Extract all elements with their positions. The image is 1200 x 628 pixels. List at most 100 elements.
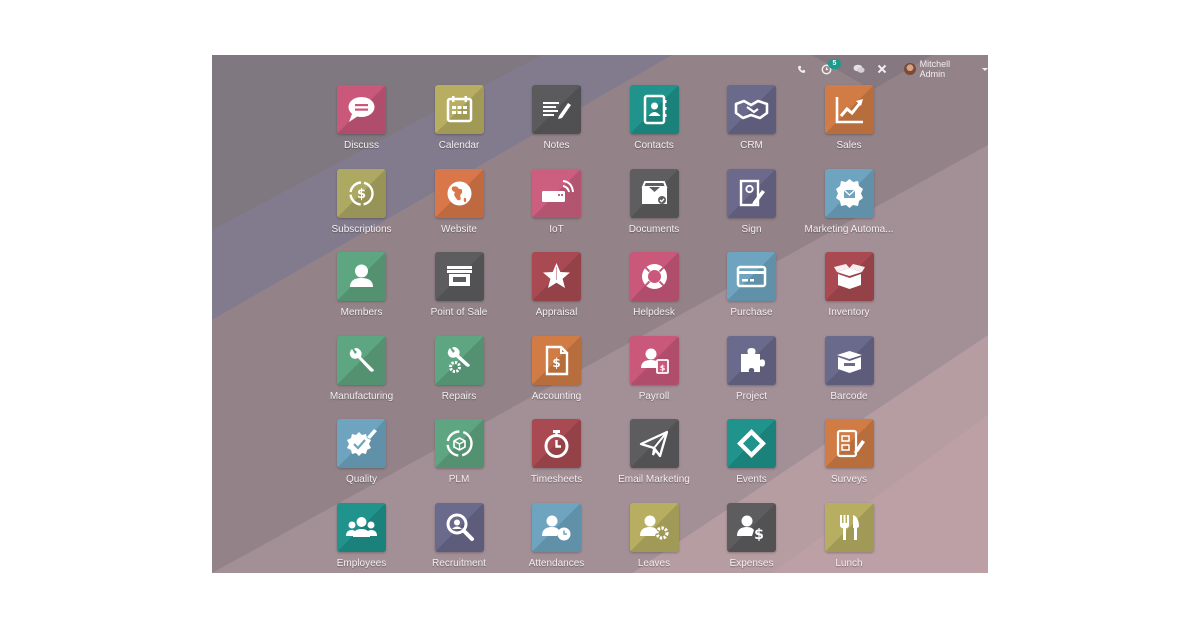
chart-up-icon (835, 97, 863, 124)
app-tile (727, 168, 776, 218)
app-tile (629, 419, 679, 468)
app-tile (824, 335, 874, 385)
box-open-icon (833, 264, 865, 289)
app-point-of-sale[interactable]: Point of Sale (411, 252, 508, 336)
app-surveys[interactable]: Surveys (801, 419, 898, 503)
app-label: Project (735, 390, 768, 402)
user-icon (350, 264, 373, 287)
svg-text:$: $ (659, 363, 665, 372)
app-expenses[interactable]: $ Expenses (703, 502, 800, 574)
app-label: Marketing Automa... (804, 223, 894, 235)
user-clock-icon (542, 515, 571, 540)
app-label: CRM (740, 140, 763, 151)
app-tile (824, 85, 874, 134)
app-manufacturing[interactable]: Manufacturing (313, 335, 410, 420)
app-email-marketing[interactable]: Email Marketing (606, 419, 703, 503)
app-tile (337, 85, 386, 134)
app-label: Quality (345, 474, 378, 485)
iot-device-icon (542, 179, 574, 202)
app-label: Website (441, 223, 477, 235)
activity-badge: 5 (828, 59, 841, 69)
app-calendar[interactable]: Calendar (411, 85, 508, 169)
chat-bubble-icon (348, 97, 375, 122)
app-website[interactable]: Website (411, 168, 508, 253)
app-tile (532, 85, 581, 134)
app-helpdesk[interactable]: Helpdesk (606, 252, 703, 336)
handshake-icon (734, 99, 769, 120)
app-accounting[interactable]: $ Accounting (508, 335, 605, 420)
user-menu[interactable]: Mitchell Admin (904, 59, 988, 79)
app-label: Barcode (830, 390, 868, 402)
app-tile (629, 252, 679, 301)
app-marketing-automa[interactable]: Marketing Automa... (801, 168, 898, 253)
app-leaves[interactable]: Leaves (606, 502, 703, 574)
phone-icon (797, 65, 805, 73)
wrench-gear-icon (447, 346, 470, 373)
app-notes[interactable]: Notes (508, 85, 605, 169)
app-tile (337, 419, 386, 468)
app-barcode[interactable]: Barcode (801, 335, 898, 420)
cycle-box-icon (445, 430, 473, 457)
app-sales[interactable]: Sales (801, 85, 898, 169)
app-sign[interactable]: Sign (703, 168, 800, 253)
user-name: Mitchell Admin (919, 59, 951, 79)
app-label: IoT (549, 223, 564, 235)
app-events[interactable]: Events (703, 419, 800, 503)
box-barcode-icon (836, 350, 862, 373)
app-attendances[interactable]: Attendances (508, 502, 605, 574)
svg-text:$: $ (357, 187, 366, 202)
app-tile (434, 419, 484, 468)
app-members[interactable]: Members (313, 252, 410, 336)
wrench-icon (349, 347, 374, 372)
phone-button[interactable] (795, 61, 807, 77)
user-dollar-icon: $ (640, 348, 669, 374)
globe-icon (447, 181, 471, 205)
app-label: Contacts (634, 140, 674, 151)
app-appraisal[interactable]: Appraisal (508, 252, 605, 336)
fork-knife-icon (839, 514, 859, 540)
app-tile: $ (337, 168, 386, 218)
app-label: Payroll (638, 390, 670, 402)
app-tile (532, 419, 581, 468)
debug-tools-button[interactable] (876, 61, 888, 77)
app-tile (727, 85, 776, 134)
app-label: Employees (336, 557, 387, 569)
app-documents[interactable]: Documents (606, 168, 703, 253)
app-payroll[interactable]: $ Payroll (606, 335, 703, 420)
app-discuss[interactable]: Discuss (313, 85, 410, 169)
app-timesheets[interactable]: Timesheets (508, 419, 605, 503)
address-book-icon (643, 94, 666, 125)
app-label: Events (736, 474, 767, 485)
app-label: PLM (448, 474, 470, 485)
app-label: Sales (836, 140, 862, 151)
app-project[interactable]: Project (703, 335, 800, 420)
app-label: Recruitment (432, 557, 486, 569)
users-group-icon (346, 516, 377, 537)
app-tile (337, 502, 386, 552)
app-iot[interactable]: IoT (508, 168, 605, 253)
app-purchase[interactable]: Purchase (703, 252, 800, 336)
app-label: Lunch (835, 557, 863, 569)
app-contacts[interactable]: Contacts (606, 85, 703, 169)
messages-button[interactable] (852, 61, 866, 77)
search-user-icon (446, 513, 474, 541)
app-recruitment[interactable]: Recruitment (411, 502, 508, 574)
app-lunch[interactable]: Lunch (801, 502, 898, 574)
app-crm[interactable]: CRM (703, 85, 800, 169)
app-repairs[interactable]: Repairs (411, 335, 508, 420)
stopwatch-icon (544, 430, 569, 458)
app-label: Notes (543, 140, 570, 151)
odoo-home-screen: 5 Mitchell Admin Discuss Calendar Notes … (212, 55, 988, 573)
app-employees[interactable]: Employees (313, 502, 410, 574)
activities-button[interactable]: 5 (819, 59, 841, 77)
top-navbar: 5 Mitchell Admin (212, 55, 988, 83)
app-tile (824, 502, 874, 552)
app-plm[interactable]: PLM (411, 419, 508, 503)
app-tile (727, 252, 776, 301)
app-tile (727, 335, 776, 385)
app-tile (434, 85, 484, 134)
app-quality[interactable]: Quality (313, 419, 410, 503)
app-subscriptions[interactable]: $ Subscriptions (313, 168, 410, 253)
app-tile (629, 85, 679, 134)
app-inventory[interactable]: Inventory (801, 252, 898, 336)
